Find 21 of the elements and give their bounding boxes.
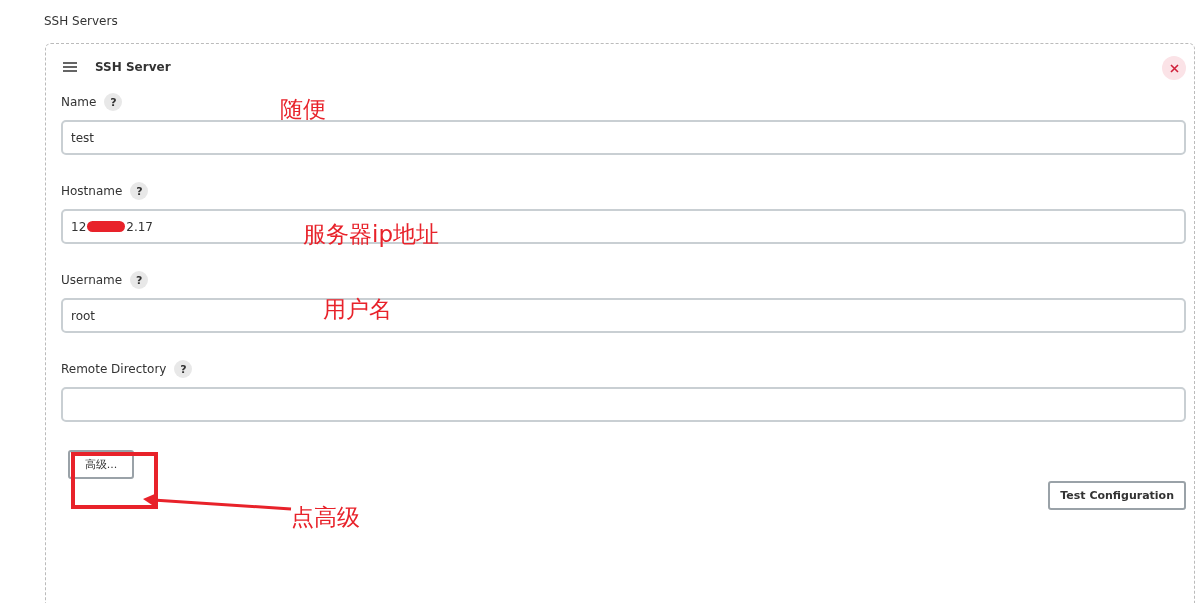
help-button[interactable]: ?	[130, 271, 149, 289]
field-label: Username	[61, 273, 123, 287]
close-button[interactable]	[1162, 56, 1186, 80]
annotation-text: 随便	[280, 98, 326, 121]
input-field[interactable]: test	[61, 120, 1186, 155]
section-title: SSH Servers	[43, 13, 119, 30]
annotation-text: 用户名	[323, 298, 392, 321]
redaction-mark	[87, 221, 126, 232]
field-label: Name	[61, 95, 97, 109]
help-button[interactable]: ?	[104, 93, 123, 111]
server-title: SSH Server	[95, 60, 172, 74]
field-label: Hostname	[61, 184, 123, 198]
annotation-text: 点高级	[291, 506, 360, 529]
field-label: Remote Directory	[61, 362, 167, 376]
close-icon	[1169, 63, 1179, 73]
help-button[interactable]: ?	[174, 360, 193, 378]
test-configuration-button[interactable]: Test Configuration	[1048, 481, 1186, 510]
drag-handle-icon[interactable]	[63, 62, 77, 72]
annotation-text: 服务器ip地址	[303, 223, 439, 246]
input-field[interactable]	[61, 387, 1186, 422]
help-button[interactable]: ?	[130, 182, 149, 200]
